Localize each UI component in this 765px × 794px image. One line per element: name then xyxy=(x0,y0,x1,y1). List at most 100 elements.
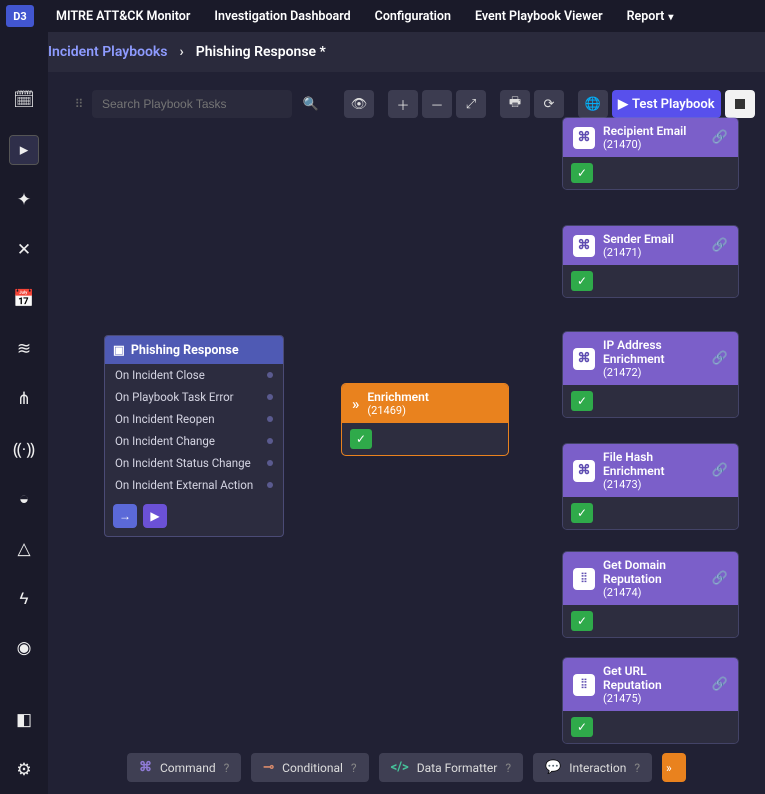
help-icon[interactable]: ? xyxy=(224,761,230,775)
rail-bolt-icon[interactable]: ϟ xyxy=(10,585,38,613)
node-title: Get Domain Reputation xyxy=(603,558,704,586)
start-icon: ▣ xyxy=(113,342,125,358)
port-icon[interactable] xyxy=(267,482,273,488)
help-icon[interactable]: ? xyxy=(505,761,511,775)
trigger-label: On Incident Reopen xyxy=(115,412,215,426)
drag-handle-icon[interactable]: ⠿ xyxy=(70,97,88,111)
trigger-row[interactable]: On Incident Close xyxy=(105,364,283,386)
chip-data-formatter[interactable]: </>Data Formatter? xyxy=(379,753,523,782)
trigger-row[interactable]: On Playbook Task Error xyxy=(105,386,283,408)
print-icon[interactable]: 🖶 xyxy=(500,90,530,118)
zoom-out-icon[interactable]: － xyxy=(422,90,452,118)
link-icon[interactable]: 🔗 xyxy=(712,130,728,145)
node-ip-address-enrichment[interactable]: ⌘IP Address Enrichment(21472)🔗 ✓ xyxy=(563,332,738,417)
trigger-label: On Playbook Task Error xyxy=(115,390,234,404)
port-icon[interactable] xyxy=(267,460,273,466)
nav-investigation[interactable]: Investigation Dashboard xyxy=(202,2,362,31)
node-id: (21470) xyxy=(603,138,686,151)
refresh-icon[interactable]: ⟳ xyxy=(534,90,564,118)
zoom-in-icon[interactable]: ＋ xyxy=(388,90,418,118)
play-icon: ▶ xyxy=(618,97,628,112)
nav-configuration[interactable]: Configuration xyxy=(363,2,463,31)
visibility-icon[interactable]: 👁 xyxy=(344,90,374,118)
node-enrichment[interactable]: » Enrichment (21469) ✓ xyxy=(342,384,508,455)
stop-button[interactable] xyxy=(725,90,755,118)
run-button[interactable]: ▶ xyxy=(143,504,167,528)
conditional-icon: ⊸ xyxy=(263,760,274,775)
node-file-hash-enrichment[interactable]: ⌘File Hash Enrichment(21473)🔗 ✓ xyxy=(563,444,738,529)
rail-globe-icon[interactable]: ◒ xyxy=(10,485,38,513)
rail-schedule-icon[interactable]: 📅 xyxy=(10,285,38,313)
node-sender-email[interactable]: ⌘Sender Email(21471)🔗 ✓ xyxy=(563,226,738,297)
help-icon[interactable]: ? xyxy=(351,761,357,775)
search-icon[interactable]: 🔍 xyxy=(296,90,326,118)
stop-icon xyxy=(735,99,745,109)
rail-tools-icon[interactable]: ✕ xyxy=(10,236,38,264)
nav-report[interactable]: Report xyxy=(615,2,686,31)
chip-label: Interaction xyxy=(569,761,626,775)
test-playbook-label: Test Playbook xyxy=(632,97,715,112)
chip-command[interactable]: ⌘Command? xyxy=(127,753,241,782)
rail-playbooks-icon[interactable]: ▸ xyxy=(10,136,38,164)
command-icon: ⌘ xyxy=(573,348,595,370)
status-success-icon: ✓ xyxy=(571,391,593,411)
nav-mitre[interactable]: MITRE ATT&CK Monitor xyxy=(44,2,202,31)
integration-icon: ⦙⦙ xyxy=(573,568,595,590)
rail-broadcast-icon[interactable]: ⸨·⸩ xyxy=(10,435,38,463)
trigger-row[interactable]: On Incident External Action xyxy=(105,474,283,496)
status-success-icon: ✓ xyxy=(350,429,372,449)
breadcrumb-leaf: Phishing Response * xyxy=(196,44,326,60)
globe-icon[interactable]: 🌐 xyxy=(578,90,608,118)
rail-database-icon[interactable]: ≋ xyxy=(10,335,38,363)
node-header: » Enrichment (21469) xyxy=(342,384,508,423)
rail-user-icon[interactable]: ◧ xyxy=(10,706,38,734)
node-get-domain-reputation[interactable]: ⦙⦙Get Domain Reputation(21474)🔗 ✓ xyxy=(563,552,738,637)
rail-fingerprint-icon[interactable]: ◉ xyxy=(10,634,38,662)
port-icon[interactable] xyxy=(267,372,273,378)
rail-share-icon[interactable]: ⋔ xyxy=(10,385,38,413)
chip-conditional[interactable]: ⊸Conditional? xyxy=(251,753,368,782)
link-icon[interactable]: 🔗 xyxy=(712,571,728,586)
rail-alert-icon[interactable]: △ xyxy=(10,535,38,563)
chip-label: Command xyxy=(160,761,216,775)
status-success-icon: ✓ xyxy=(571,271,593,291)
link-icon[interactable]: 🔗 xyxy=(712,238,728,253)
test-playbook-button[interactable]: ▶ Test Playbook xyxy=(612,90,721,118)
rail-calendar-icon[interactable]: 🗓 xyxy=(10,86,38,114)
nav-event-playbook-viewer[interactable]: Event Playbook Viewer xyxy=(463,2,615,31)
chip-more[interactable]: » xyxy=(662,753,686,782)
trigger-label: On Incident External Action xyxy=(115,478,253,492)
link-icon[interactable]: 🔗 xyxy=(712,351,728,366)
run-next-button[interactable]: → xyxy=(113,504,137,528)
start-node[interactable]: ▣ Phishing Response On Incident Close On… xyxy=(104,335,284,537)
integration-icon: ⦙⦙ xyxy=(573,674,595,696)
top-bar: D3 MITRE ATT&CK Monitor Investigation Da… xyxy=(0,0,765,32)
node-recipient-email[interactable]: ⌘Recipient Email(21470)🔗 ✓ xyxy=(563,118,738,189)
chevron-right-icon: › xyxy=(180,44,184,60)
port-icon[interactable] xyxy=(267,394,273,400)
link-icon[interactable]: 🔗 xyxy=(712,463,728,478)
chip-interaction[interactable]: 💬Interaction? xyxy=(533,753,652,782)
port-icon[interactable] xyxy=(267,438,273,444)
node-title: Get URL Reputation xyxy=(603,664,704,692)
search-field[interactable] xyxy=(102,97,282,111)
command-icon: ⌘ xyxy=(573,127,595,149)
breadcrumb-root[interactable]: Incident Playbooks xyxy=(48,44,168,60)
link-icon[interactable]: 🔗 xyxy=(712,677,728,692)
help-icon[interactable]: ? xyxy=(634,761,640,775)
search-input[interactable] xyxy=(92,90,292,118)
trigger-label: On Incident Status Change xyxy=(115,456,251,470)
status-success-icon: ✓ xyxy=(571,163,593,183)
bottom-palette: ⌘Command? ⊸Conditional? </>Data Formatte… xyxy=(48,753,765,782)
port-icon[interactable] xyxy=(267,416,273,422)
node-get-url-reputation[interactable]: ⦙⦙Get URL Reputation(21475)🔗 ✓ xyxy=(563,658,738,743)
rail-settings-icon[interactable]: ⚙ xyxy=(10,756,38,784)
trigger-row[interactable]: On Incident Status Change xyxy=(105,452,283,474)
rail-puzzle-icon[interactable]: ✦ xyxy=(10,186,38,214)
fit-icon[interactable]: ⤢ xyxy=(456,90,486,118)
command-icon: ⌘ xyxy=(573,460,595,482)
arrow-right-icon: → xyxy=(119,509,131,523)
trigger-row[interactable]: On Incident Change xyxy=(105,430,283,452)
playbook-canvas[interactable]: ⠿ 🔍 👁 ＋ － ⤢ 🖶 ⟳ 🌐 ▶ Test Playbook xyxy=(48,72,765,794)
trigger-row[interactable]: On Incident Reopen xyxy=(105,408,283,430)
